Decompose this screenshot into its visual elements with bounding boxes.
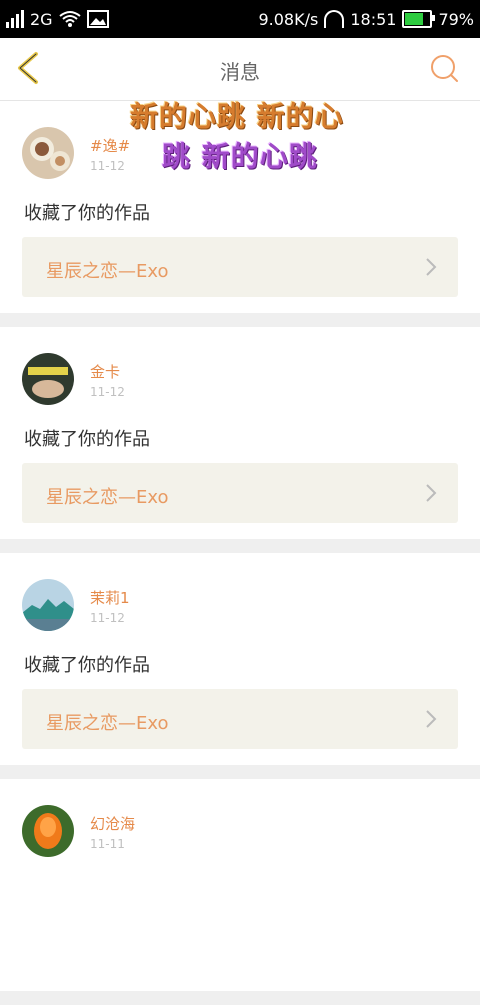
message-action: 收藏了你的作品	[24, 203, 150, 224]
username[interactable]: #逸#	[90, 135, 130, 156]
work-title: 星辰之恋—Exo	[46, 487, 169, 508]
work-title: 星辰之恋—Exo	[46, 261, 169, 282]
avatar[interactable]	[22, 127, 74, 179]
work-link[interactable]: 星辰之恋—Exo	[22, 463, 458, 523]
overlay-line-2: 跳 新的心跳	[162, 139, 318, 173]
work-title: 星辰之恋—Exo	[46, 713, 169, 734]
work-link[interactable]: 星辰之恋—Exo	[22, 237, 458, 297]
message-item: 金卡 11-12 收藏了你的作品 星辰之恋—Exo	[0, 327, 480, 539]
overlay-line-1: 新的心跳 新的心	[130, 100, 344, 133]
avatar[interactable]	[22, 353, 74, 405]
headset-icon	[324, 10, 345, 28]
battery-icon	[402, 10, 436, 28]
wifi-icon	[58, 11, 81, 27]
network-speed: 9.08K/s	[258, 9, 319, 29]
username[interactable]: 幻沧海	[90, 813, 135, 834]
username[interactable]: 金卡	[90, 361, 120, 382]
work-link[interactable]: 星辰之恋—Exo	[22, 689, 458, 749]
search-icon[interactable]	[428, 52, 460, 84]
message-time: 11-11	[90, 837, 125, 851]
message-action: 收藏了你的作品	[24, 429, 150, 450]
message-time: 11-12	[90, 159, 125, 173]
signal-icon	[6, 10, 24, 28]
status-bar: 2G 9.08K/s 18:51 79%	[0, 0, 480, 38]
decorative-overlay-text: 新的心跳 新的心 跳 新的心跳	[130, 100, 360, 173]
avatar[interactable]	[22, 805, 74, 857]
message-item: 幻沧海 11-11	[0, 779, 480, 991]
battery-percent: 79%	[438, 9, 474, 29]
chevron-right-icon	[426, 710, 437, 728]
message-item: 茉莉1 11-12 收藏了你的作品 星辰之恋—Exo	[0, 553, 480, 765]
page-title: 消息	[220, 60, 260, 84]
chevron-right-icon	[426, 484, 437, 502]
image-icon	[86, 10, 109, 28]
clock: 18:51	[350, 9, 397, 29]
chevron-right-icon	[426, 258, 437, 276]
username[interactable]: 茉莉1	[90, 587, 130, 608]
header: 消息	[0, 38, 480, 101]
network-type: 2G	[30, 9, 53, 29]
message-list: #逸# 11-12 收藏了你的作品 星辰之恋—Exo 金卡 11-12 收藏了你…	[0, 101, 480, 1005]
message-time: 11-12	[90, 385, 125, 399]
message-time: 11-12	[90, 611, 125, 625]
message-action: 收藏了你的作品	[24, 655, 150, 676]
avatar[interactable]	[22, 579, 74, 631]
